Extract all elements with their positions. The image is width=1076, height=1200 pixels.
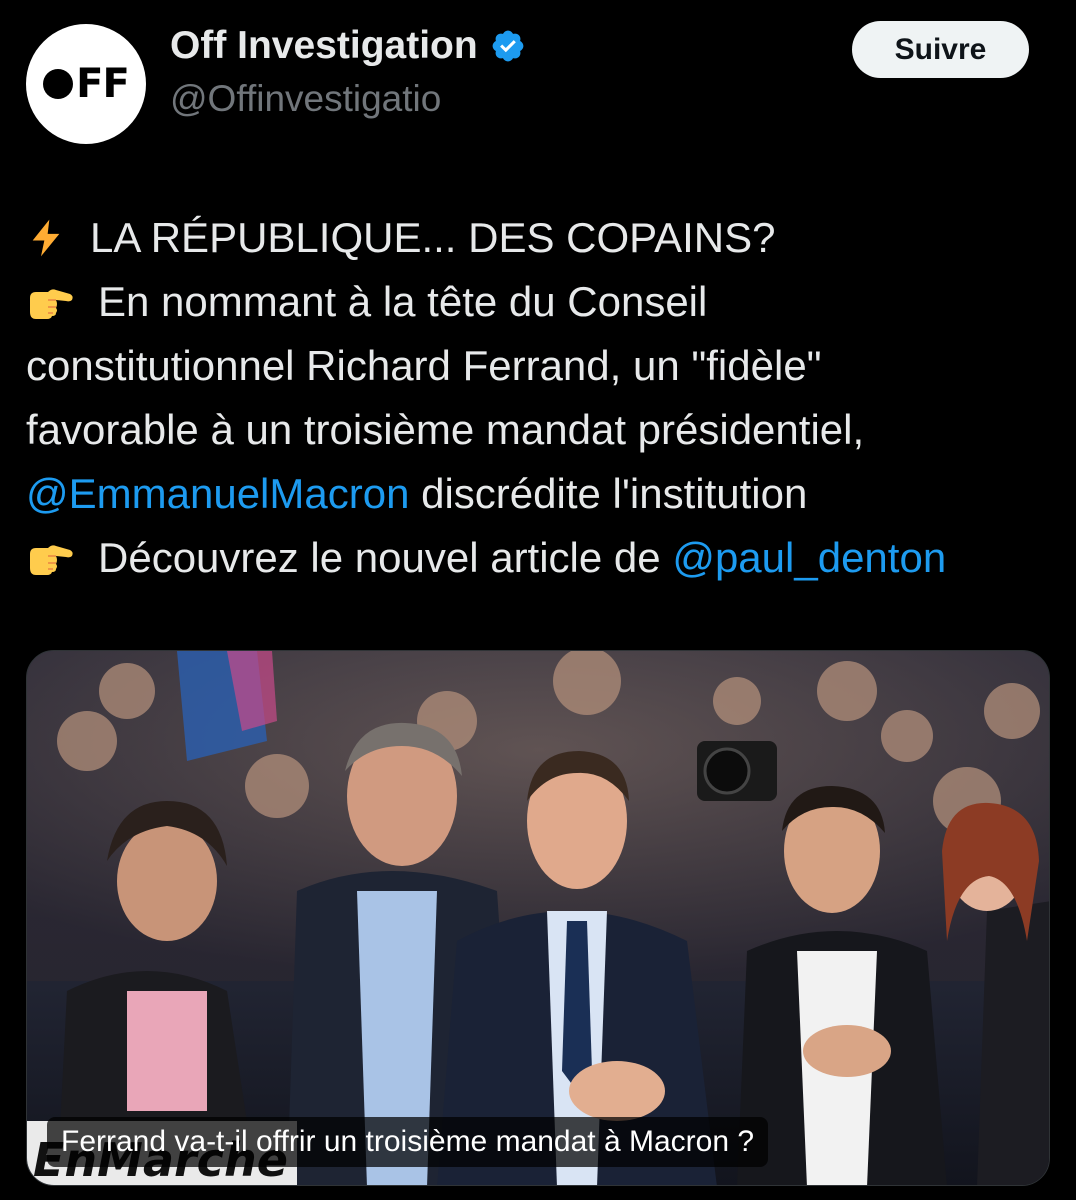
follow-button[interactable]: Suivre <box>852 21 1029 78</box>
tweet-headline: LA RÉPUBLIQUE... DES COPAINS? <box>90 214 776 261</box>
author-name-row[interactable]: Off Investigation <box>170 24 526 68</box>
tweet-text: LA RÉPUBLIQUE... DES COPAINS? En nommant… <box>26 206 1066 590</box>
tweet-line-1: LA RÉPUBLIQUE... DES COPAINS? <box>26 206 1066 270</box>
tweet-text-line-6: Découvrez le nouvel article de <box>98 534 673 581</box>
lightning-emoji-icon <box>32 219 60 257</box>
mention-paul-denton[interactable]: @paul_denton <box>672 534 946 581</box>
pointing-hand-emoji-icon <box>30 289 73 319</box>
tweet-line-6: Découvrez le nouvel article de @paul_den… <box>26 526 1066 590</box>
author-handle[interactable]: @Offinvestigatio <box>170 78 441 120</box>
tweet: FF Off Investigation @Offinvestigatio Su… <box>0 0 1076 1200</box>
tweet-line-2: En nommant à la tête du Conseil <box>26 270 1066 334</box>
tweet-text-line-5: discrédite l'institution <box>409 470 808 517</box>
tweet-text-line-2: En nommant à la tête du Conseil <box>98 278 708 325</box>
avatar[interactable]: FF <box>26 24 146 144</box>
link-card[interactable]: EnMarche Ferrand va-t-il offrir un trois… <box>26 650 1050 1186</box>
logo-dot <box>43 69 74 99</box>
card-caption[interactable]: Ferrand va-t-il offrir un troisième mand… <box>47 1117 769 1167</box>
tweet-line-3: constitutionnel Richard Ferrand, un "fid… <box>26 342 822 389</box>
author-display-name[interactable]: Off Investigation <box>170 24 478 68</box>
tweet-line-4: favorable à un troisième mandat présiden… <box>26 406 865 453</box>
off-logo: FF <box>43 61 130 107</box>
mention-emmanuelmacron[interactable]: @EmmanuelMacron <box>26 470 409 517</box>
verified-badge-icon <box>492 30 524 62</box>
tweet-line-5: @EmmanuelMacron discrédite l'institution <box>26 462 1066 526</box>
pointing-hand-emoji-icon <box>30 545 73 575</box>
avatar-text: FF <box>76 61 130 107</box>
card-photo[interactable]: EnMarche <box>27 651 1050 1186</box>
